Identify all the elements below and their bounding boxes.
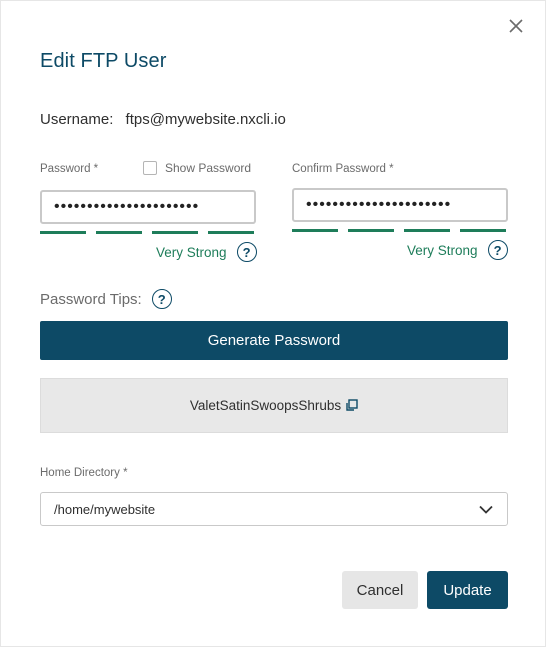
home-directory-label: Home Directory * (40, 467, 128, 479)
show-password-toggle[interactable]: Show Password (143, 161, 251, 175)
home-directory-select[interactable]: /home/mywebsite (40, 492, 508, 526)
strength-segment (292, 229, 338, 232)
confirm-password-value: •••••••••••••••••••••• (306, 196, 452, 213)
password-label: Password * (40, 163, 99, 175)
password-input[interactable]: •••••••••••••••••••••• (40, 190, 256, 224)
chevron-down-icon (479, 502, 493, 517)
cancel-button[interactable]: Cancel (342, 571, 418, 609)
strength-segment (152, 231, 198, 234)
confirm-password-strength-meter (292, 229, 506, 232)
password-tips-label: Password Tips: (40, 290, 142, 308)
strength-segment (460, 229, 506, 232)
home-directory-value: /home/mywebsite (54, 501, 156, 517)
password-strength: Very Strong ? (156, 242, 257, 262)
question-circle-icon[interactable]: ? (151, 289, 172, 309)
generated-password-value: ValetSatinSwoopsShrubs (189, 398, 342, 413)
show-password-checkbox[interactable] (143, 161, 157, 175)
password-strength-label: Very Strong (156, 244, 227, 260)
strength-segment (208, 231, 254, 234)
show-password-label: Show Password (165, 161, 252, 175)
username-label: Username: (40, 111, 114, 128)
strength-segment (40, 231, 86, 234)
confirm-password-strength: Very Strong ? (407, 240, 508, 260)
edit-ftp-user-dialog: Edit FTP User Username: ftps@mywebsite.n… (0, 0, 546, 647)
username-value: ftps@mywebsite.nxcli.io (125, 111, 286, 128)
update-button[interactable]: Update (427, 571, 508, 609)
strength-segment (348, 229, 394, 232)
question-circle-icon[interactable]: ? (236, 242, 257, 262)
strength-segment (404, 229, 450, 232)
generate-password-button[interactable]: Generate Password (40, 321, 508, 360)
dialog-title: Edit FTP User (40, 50, 167, 72)
password-strength-meter (40, 231, 254, 234)
password-tips: Password Tips: ? (40, 289, 172, 309)
copy-icon[interactable] (345, 399, 358, 412)
question-circle-icon[interactable]: ? (487, 240, 508, 260)
close-icon[interactable] (509, 19, 529, 39)
username-row: Username: ftps@mywebsite.nxcli.io (40, 111, 286, 128)
password-value: •••••••••••••••••••••• (54, 198, 200, 215)
confirm-password-input[interactable]: •••••••••••••••••••••• (292, 188, 508, 222)
strength-segment (96, 231, 142, 234)
confirm-password-label: Confirm Password * (292, 163, 394, 175)
generated-password-box: ValetSatinSwoopsShrubs (40, 378, 508, 433)
confirm-password-strength-label: Very Strong (407, 242, 478, 258)
